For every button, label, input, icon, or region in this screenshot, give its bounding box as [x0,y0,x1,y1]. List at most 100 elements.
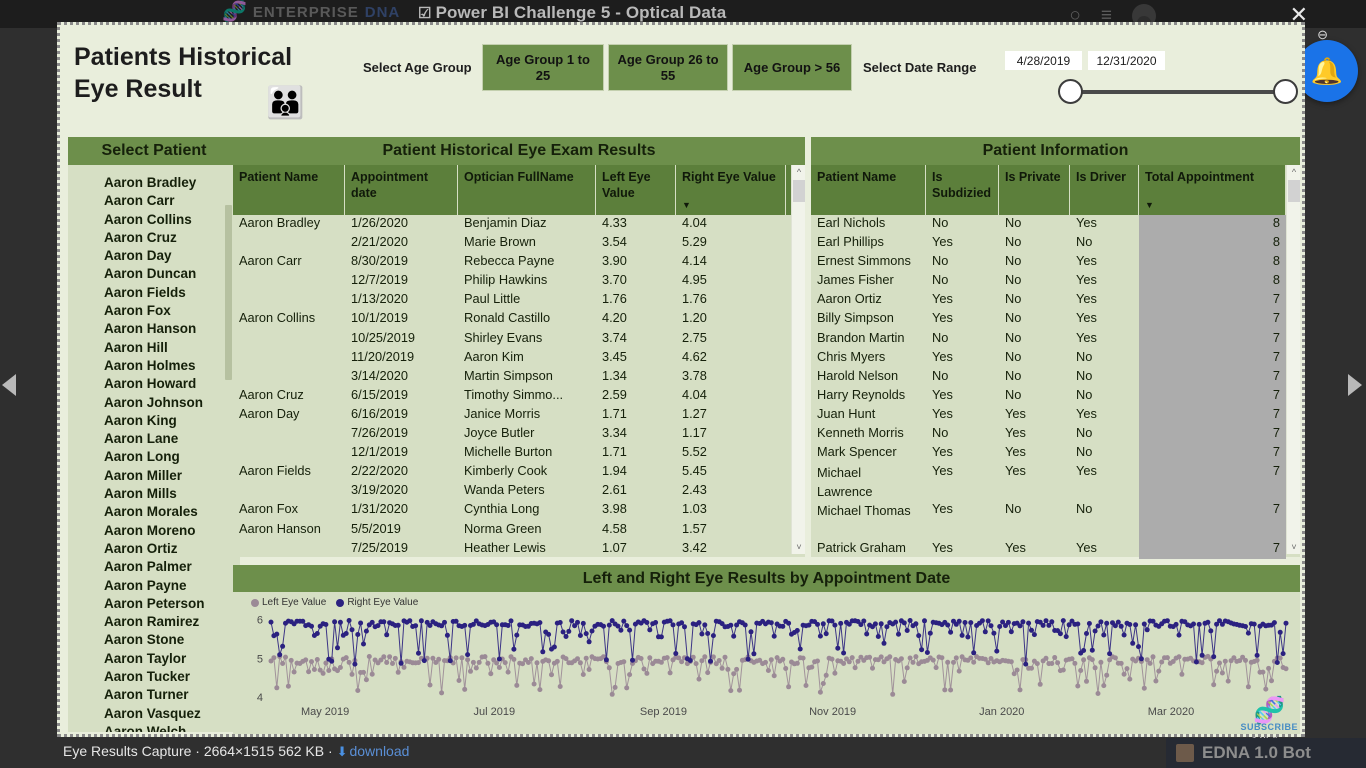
table-row[interactable]: Aaron Fields 2/22/2020 Kimberly Cook 1.94 5.… [233,463,805,482]
patient-list-item[interactable]: Aaron Ortiz [104,540,240,558]
column-header-is-driver[interactable]: Is Driver [1070,165,1139,215]
patient-list-item[interactable]: Aaron Welch [104,723,240,732]
patient-info-table-scrollbar[interactable]: ^ ˅ [1286,165,1300,554]
chat-bot-bar[interactable]: EDNA 1.0 Bot [1166,738,1366,768]
table-row[interactable]: Michael Lawrence Yes Yes Yes 7 [811,463,1300,502]
patient-list-item[interactable]: Aaron Stone [104,631,240,649]
date-slider-handle-start[interactable] [1058,79,1083,104]
info-scroll-thumb[interactable] [1288,180,1300,202]
table-row[interactable]: Aaron Carr 8/30/2019 Rebecca Payne 3.90 4.14 [233,253,805,272]
patient-list[interactable]: Aaron Bradley Aaron Carr Aaron Collins Aaro… [68,165,240,732]
column-header-left-eye-value[interactable]: Left Eye Value [596,165,676,215]
patient-list-item[interactable]: Aaron Johnson [104,394,240,412]
patient-list-item[interactable]: Aaron Cruz [104,229,240,247]
column-header-appointment-date[interactable]: Appointment date [345,165,458,215]
date-range-slider[interactable] [1058,79,1298,104]
eye-exam-table-scrollbar[interactable]: ^ ˅ [791,165,805,554]
patient-list-item[interactable]: Aaron Carr [104,192,240,210]
age-group-over-56-button[interactable]: Age Group > 56 [732,44,852,91]
download-link[interactable]: download [349,743,409,759]
patient-list-item[interactable]: Aaron Morales [104,503,240,521]
patient-list-item[interactable]: Aaron Palmer [104,558,240,576]
table-row[interactable]: 1/13/2020 Paul Little 1.76 1.76 [233,291,805,310]
table-row[interactable]: Aaron Day 6/16/2019 Janice Morris 1.71 1.27 [233,406,805,425]
table-row[interactable]: Harold Nelson No No No 7 [811,367,1300,387]
patient-list-item[interactable]: Aaron Fields [104,284,240,302]
table-row[interactable]: 11/20/2019 Aaron Kim 3.45 4.62 [233,349,805,368]
table-row[interactable]: Juan Hunt Yes Yes Yes 7 [811,405,1300,426]
table-row[interactable]: Aaron Collins 10/1/2019 Ronald Castillo 4.2… [233,310,805,329]
patient-list-item[interactable]: Aaron Long [104,448,240,466]
patient-list-item[interactable]: Aaron Holmes [104,357,240,375]
notifications-bell-button[interactable]: 🔔 [1296,40,1358,102]
table-row[interactable]: Aaron Fox 1/31/2020 Cynthia Long 3.98 1.03 [233,501,805,520]
table-row[interactable]: 12/7/2019 Philip Hawkins 3.70 4.95 [233,272,805,291]
table-row[interactable]: Brandon Martin No No Yes 7 [811,329,1300,349]
table-row[interactable]: Kenneth Morris No Yes No 7 [811,425,1300,445]
age-group-26-to-55-button[interactable]: Age Group 26 to 55 [608,44,728,91]
age-group-1-to-25-button[interactable]: Age Group 1 to 25 [482,44,604,91]
patient-list-item[interactable]: Aaron Day [104,247,240,265]
table-row[interactable]: 7/25/2019 Heather Lewis 1.07 3.42 [233,540,805,559]
scroll-down-icon[interactable]: ˅ [792,540,806,554]
column-header-patient-name[interactable]: Patient Name [233,165,345,215]
table-row[interactable]: Aaron Hanson 5/5/2019 Norma Green 4.58 1.57 [233,521,805,540]
patient-list-item[interactable]: Aaron Hanson [104,320,240,338]
table-row[interactable]: 2/21/2020 Marie Brown 3.54 5.29 [233,234,805,253]
patient-list-item[interactable]: Aaron Hill [104,339,240,357]
download-icon[interactable]: ⬇ [337,744,348,759]
patient-list-item[interactable]: Aaron Ramirez [104,613,240,631]
eye-results-scatter-chart[interactable]: 4 5 6 May 2019 Jul 2019 Sep 2019 Nov 2019 Jan 2… [233,608,1300,723]
patient-list-item[interactable]: Aaron Mills [104,485,240,503]
info-scroll-up-icon[interactable]: ^ [1287,165,1301,179]
prev-image-arrow[interactable] [2,374,18,396]
patient-list-item[interactable]: Aaron Payne [104,577,240,595]
table-row[interactable]: Chris Myers Yes No No 7 [811,348,1300,368]
table-row[interactable]: Earl Nichols No No Yes 8 [811,215,1300,235]
date-range-start-input[interactable]: 4/28/2019 [1005,51,1082,70]
table-row[interactable]: James Fisher No No Yes 8 [811,272,1300,292]
column-header-right-eye-value[interactable]: Right Eye Value ▼ [676,165,786,215]
table-row[interactable]: Earl Phillips Yes No No 8 [811,234,1300,254]
column-header-is-subsidized[interactable]: Is Subdizied [926,165,999,215]
column-header-optician-fullname[interactable]: Optician FullName [458,165,596,215]
column-header-info-patient-name[interactable]: Patient Name [811,165,926,215]
table-row[interactable]: 3/14/2020 Martin Simpson 1.34 3.78 [233,368,805,387]
table-row[interactable]: Ernest Simmons No No Yes 8 [811,253,1300,273]
patient-list-item[interactable]: Aaron Bradley [104,174,240,192]
table-row[interactable]: Billy Simpson Yes No Yes 7 [811,310,1300,330]
site-logo[interactable]: 🧬 ENTERPRISE DNA [222,2,400,22]
date-slider-handle-end[interactable] [1273,79,1298,104]
info-scroll-down-icon[interactable]: ˅ [1287,540,1301,554]
patient-list-item[interactable]: Aaron Tucker [104,668,240,686]
table-row[interactable]: Mark Spencer Yes Yes No 7 [811,444,1300,464]
column-header-total-appointment[interactable]: Total Appointment ▼ [1139,165,1286,215]
column-header-is-private[interactable]: Is Private [999,165,1070,215]
legend-item-left-eye[interactable]: Left Eye Value [251,597,326,608]
patient-list-item[interactable]: Aaron Vasquez [104,705,240,723]
table-row[interactable]: Harry Reynolds Yes No No 7 [811,386,1300,406]
table-row[interactable]: 3/19/2020 Wanda Peters 2.61 2.43 [233,482,805,501]
patient-list-item[interactable]: Aaron Duncan [104,265,240,283]
patient-list-item[interactable]: Aaron Fox [104,302,240,320]
table-row[interactable]: Patrick Graham Yes Yes Yes 7 [811,539,1300,559]
date-range-end-input[interactable]: 12/31/2020 [1088,51,1165,70]
next-image-arrow[interactable] [1348,374,1364,396]
patient-list-item[interactable]: Aaron Peterson [104,595,240,613]
table-row[interactable]: Aaron Cruz 6/15/2019 Timothy Simmo... 2.59 4… [233,387,805,406]
patient-list-item[interactable]: Aaron Turner [104,686,240,704]
scroll-up-icon[interactable]: ^ [792,165,806,179]
patient-list-item[interactable]: Aaron Collins [104,211,240,229]
patient-list-item[interactable]: Aaron Lane [104,430,240,448]
table-row[interactable]: Aaron Ortiz Yes No Yes 7 [811,291,1300,311]
table-row[interactable]: 10/25/2019 Shirley Evans 3.74 2.75 [233,330,805,349]
patient-list-item[interactable]: Aaron Howard [104,375,240,393]
legend-item-right-eye[interactable]: Right Eye Value [336,597,418,608]
table-row[interactable]: 12/1/2019 Michelle Burton 1.71 5.52 [233,444,805,463]
table-row[interactable]: Michael Thomas Yes No No 7 [811,501,1300,540]
patient-list-item[interactable]: Aaron King [104,412,240,430]
patient-list-item[interactable]: Aaron Moreno [104,522,240,540]
patient-list-scroll-thumb[interactable] [225,205,232,380]
table-row[interactable]: Aaron Bradley 1/26/2020 Benjamin Diaz 4.33 4… [233,215,805,234]
eye-exam-scroll-thumb[interactable] [793,180,805,202]
